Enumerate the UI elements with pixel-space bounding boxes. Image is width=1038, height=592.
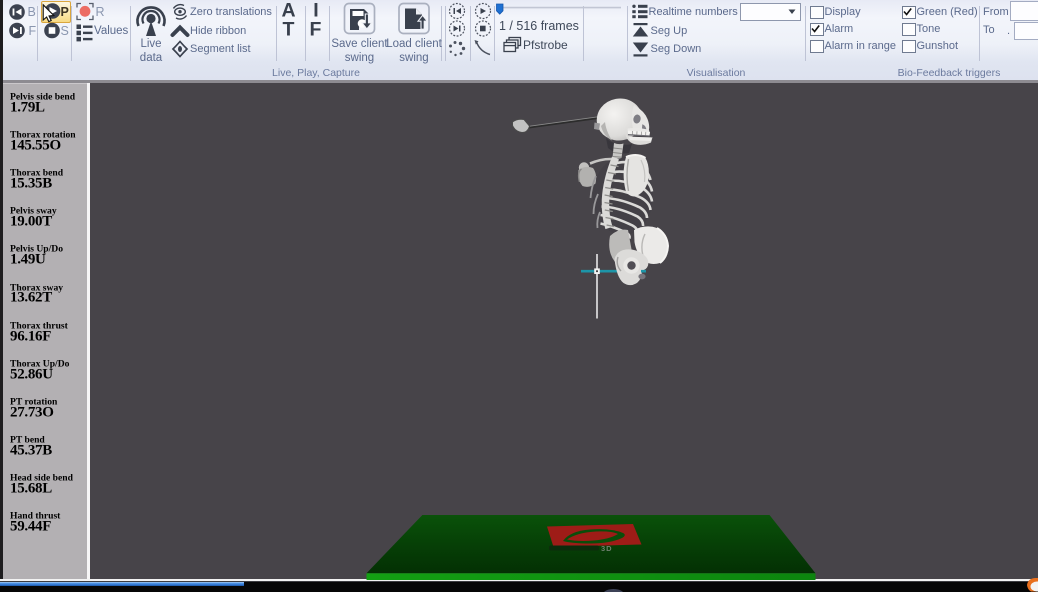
svg-text:3D: 3D xyxy=(601,544,613,553)
